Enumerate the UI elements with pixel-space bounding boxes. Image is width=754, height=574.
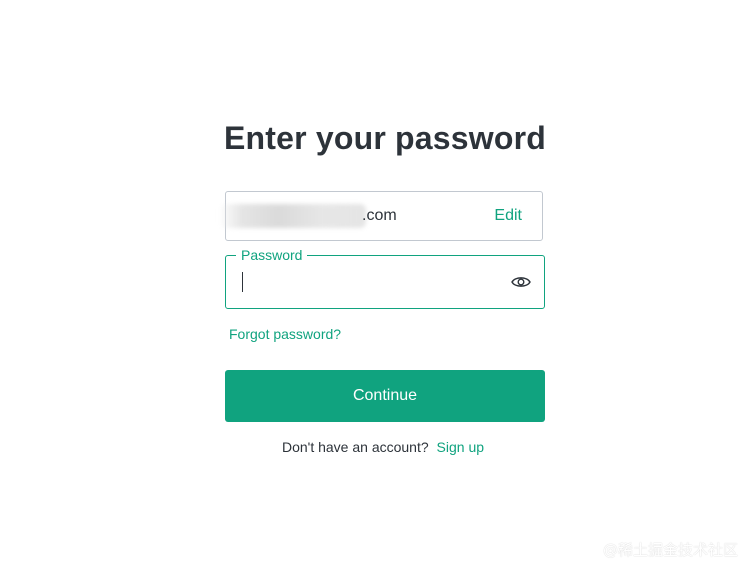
password-label: Password — [236, 246, 308, 264]
signup-link[interactable]: Sign up — [437, 439, 484, 455]
signup-prompt: Don't have an account? — [281, 439, 429, 455]
signup-row: Don't have an account? Sign up — [0, 439, 754, 455]
email-value: .com — [362, 207, 397, 224]
watermark: @稀土掘金技术社区 — [602, 541, 738, 559]
email-display-field: .com Edit — [220, 191, 543, 241]
eye-icon[interactable] — [511, 273, 531, 291]
login-page: Enter your password .com Edit Password F… — [0, 0, 754, 574]
forgot-password-link[interactable]: Forgot password? — [229, 326, 341, 342]
password-input[interactable] — [240, 269, 490, 295]
edit-email-link[interactable]: Edit — [494, 207, 522, 225]
text-caret — [242, 272, 243, 292]
email-redaction-blur — [220, 204, 366, 228]
page-title: Enter your password — [223, 120, 547, 156]
password-field[interactable]: Password — [225, 246, 545, 309]
continue-button[interactable]: Continue — [225, 370, 545, 422]
